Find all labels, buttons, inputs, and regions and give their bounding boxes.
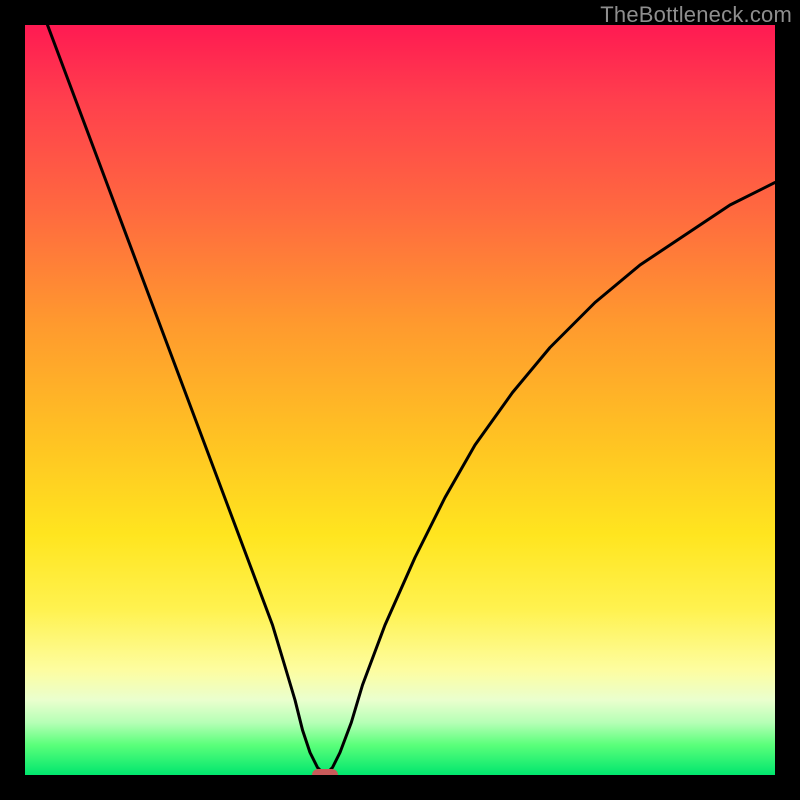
bottleneck-curve	[25, 25, 775, 775]
watermark-text: TheBottleneck.com	[600, 2, 792, 28]
optimal-point-marker	[312, 769, 338, 775]
chart-frame: TheBottleneck.com	[0, 0, 800, 800]
plot-area	[25, 25, 775, 775]
